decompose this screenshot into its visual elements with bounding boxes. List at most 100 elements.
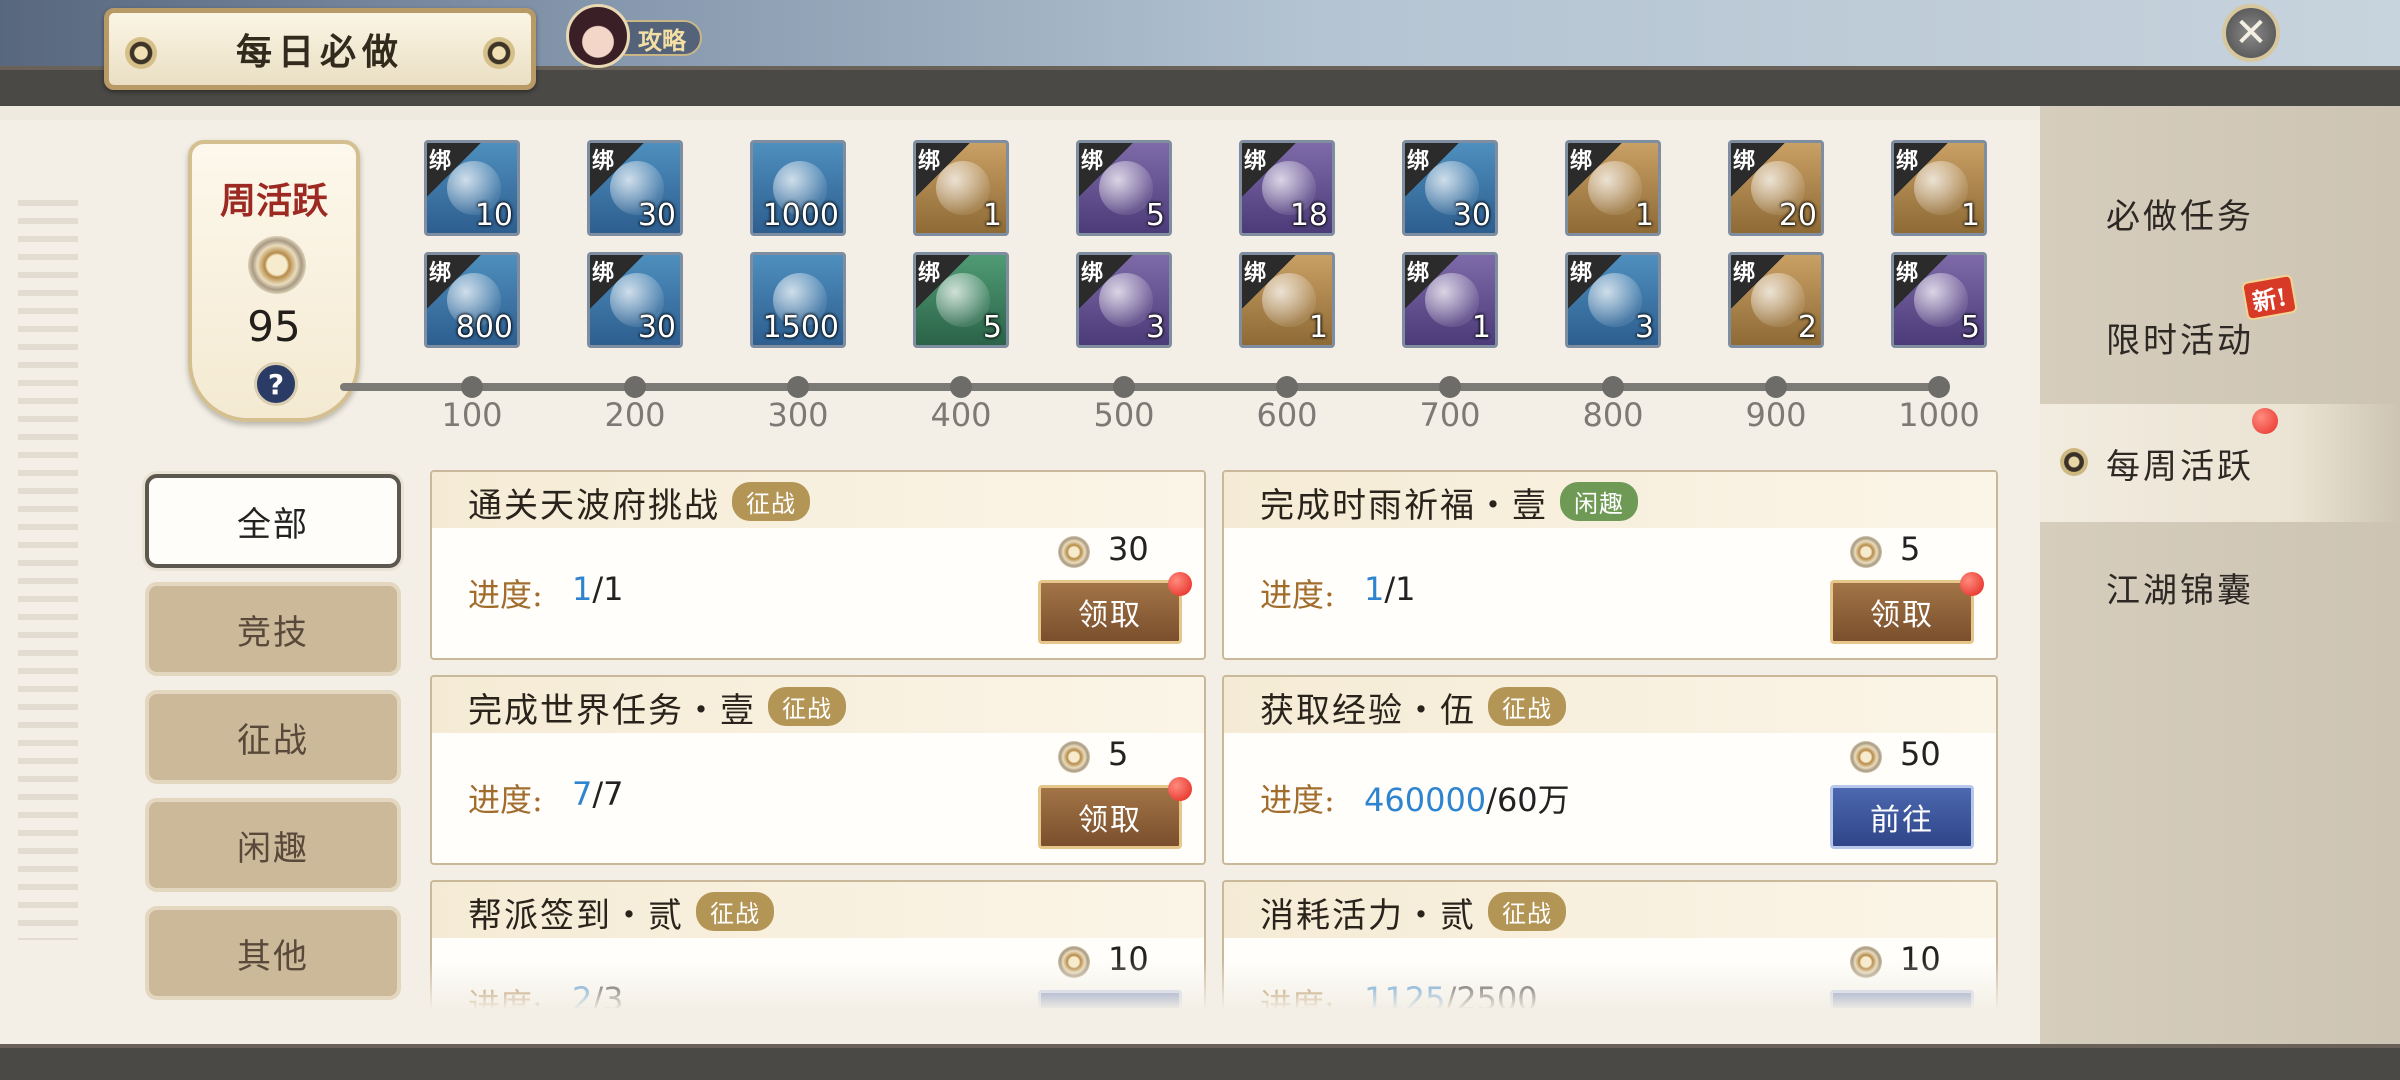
reward-item[interactable]: 绑5 [1076,140,1172,236]
nav-item-jianghu-tips[interactable]: 江湖锦囊 [2040,528,2400,646]
reward-count: 30 [637,310,676,345]
activity-coin-icon [1058,536,1090,568]
task-card: 完成时雨祈福・壹 闲趣 进度: 1/1 5 领取 [1222,470,1998,660]
bound-label: 绑 [1570,148,1593,174]
category-label: 闲趣 [237,828,309,869]
task-card: 获取经验・伍 征战 进度: 460000/60万 50 前往 [1222,675,1998,865]
bound-label: 绑 [1733,260,1756,286]
reward-count: 5 [1145,198,1165,233]
reward-item[interactable]: 绑5 [1891,252,1987,348]
reward-count: 3 [1634,310,1654,345]
claim-button[interactable]: 领取 [1038,785,1182,849]
reward-count: 5 [982,310,1002,345]
category-campaign[interactable]: 征战 [145,690,401,784]
milestone-node [461,376,483,398]
reward-item[interactable]: 绑 800 [424,252,520,348]
notification-dot [1168,572,1192,596]
bound-label: 绑 [1570,260,1593,286]
task-title-text: 帮派签到・贰 [468,896,684,936]
milestone-node [1439,376,1461,398]
notification-dot [2252,408,2278,434]
help-button[interactable]: ? [254,362,298,406]
bottom-band [0,1044,2400,1080]
reward-item[interactable]: 绑5 [913,252,1009,348]
reward-item[interactable]: 绑 30 [587,252,683,348]
nav-item-required-tasks[interactable]: 必做任务 [2040,154,2400,272]
progress-total: /60万 [1486,781,1570,819]
category-leisure[interactable]: 闲趣 [145,798,401,892]
reward-count: 30 [637,198,676,233]
reward-item[interactable]: 绑3 [1565,252,1661,348]
progress-current: 1 [1364,570,1385,608]
task-tag: 征战 [732,482,810,521]
task-reward: 5 [1108,735,1129,773]
task-header: 完成时雨祈福・壹 闲趣 [1224,472,1996,528]
category-arena[interactable]: 竞技 [145,582,401,676]
milestone-label: 800 [1582,396,1644,434]
progress-total: /1 [1384,570,1416,608]
reward-item[interactable]: 1500 [750,252,846,348]
notification-dot [1960,572,1984,596]
bound-label: 绑 [918,260,941,286]
close-button[interactable]: ✕ [2222,4,2280,62]
reward-item[interactable]: 绑 30 [1402,140,1498,236]
reward-count: 3 [1145,310,1165,345]
guide-button[interactable]: 攻略 [566,4,702,68]
bound-label: 绑 [592,148,615,174]
reward-item[interactable]: 绑 18 [1239,140,1335,236]
milestone-node [624,376,646,398]
bound-label: 绑 [429,148,452,174]
claim-button[interactable]: 领取 [1830,580,1974,644]
category-other[interactable]: 其他 [145,906,401,1000]
goto-button[interactable]: 前往 [1830,785,1974,849]
progress-total: /1 [592,570,624,608]
category-all[interactable]: 全部 [145,474,401,568]
reward-count: 1 [1634,198,1654,233]
reward-item[interactable]: 绑2 [1728,252,1824,348]
nav-label: 每周活跃 [2106,446,2254,487]
reward-item[interactable]: 绑3 [1076,252,1172,348]
notification-dot [1168,777,1192,801]
milestone-label: 600 [1256,396,1318,434]
bound-label: 绑 [1407,260,1430,286]
reward-item[interactable]: 绑 10 [424,140,520,236]
task-tag: 征战 [1488,892,1566,931]
weekly-title: 周活跃 [219,180,328,222]
reward-count: 1 [982,198,1002,233]
claim-button[interactable]: 领取 [1038,580,1182,644]
reward-count: 5 [1960,310,1980,345]
task-progress: 7/7 [572,775,624,813]
progress-label: 进度: [1260,576,1335,614]
task-card: 完成世界任务・壹 征战 进度: 7/7 5 领取 [430,675,1206,865]
task-title-text: 通关天波府挑战 [468,486,720,526]
task-progress: 1/1 [1364,570,1416,608]
reward-item[interactable]: 1000 [750,140,846,236]
task-title: 消耗活力・贰 征战 [1260,888,1566,937]
progress-current: 460000 [1364,781,1487,819]
reward-item[interactable]: 绑1 [913,140,1009,236]
reward-item[interactable]: 绑 20 [1728,140,1824,236]
reward-count: 1 [1471,310,1491,345]
task-header: 完成世界任务・壹 征战 [432,677,1204,733]
milestone-label: 500 [1093,396,1155,434]
page-title-text: 每日必做 [235,31,404,73]
nav-item-weekly-active[interactable]: 每周活跃 [2040,404,2400,522]
task-title: 获取经验・伍 征战 [1260,683,1566,732]
coin-ornament-icon [125,37,157,69]
weekly-activity-card: 周活跃 95 ? [188,140,360,422]
milestone-node [1765,376,1787,398]
reward-item[interactable]: 绑1 [1239,252,1335,348]
reward-item[interactable]: 绑1 [1891,140,1987,236]
progress-total: /7 [592,775,624,813]
reward-item[interactable]: 绑1 [1402,252,1498,348]
reward-item[interactable]: 绑 30 [587,140,683,236]
milestone-label: 700 [1419,396,1481,434]
task-title-text: 完成时雨祈福・壹 [1260,486,1548,526]
milestone-node [950,376,972,398]
reward-item[interactable]: 绑1 [1565,140,1661,236]
nav-item-limited-events[interactable]: 限时活动 [2040,278,2400,396]
task-title-text: 获取经验・伍 [1260,691,1476,731]
task-title-text: 完成世界任务・壹 [468,691,756,731]
reward-count: 1 [1308,310,1328,345]
task-reward: 30 [1108,530,1149,568]
